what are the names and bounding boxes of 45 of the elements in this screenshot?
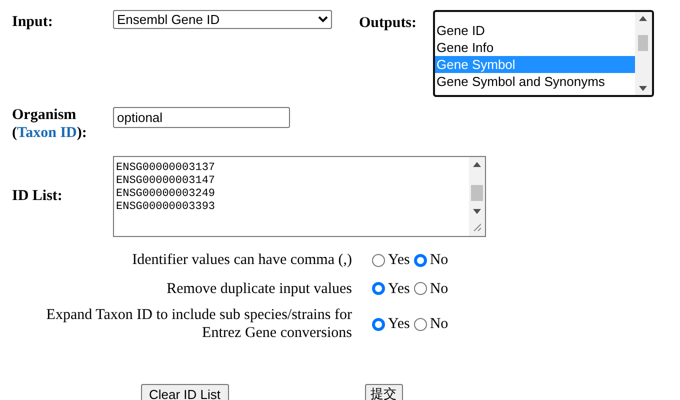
outputs-listbox[interactable]: Gene ID Gene Info Gene Symbol Gene Symbol and Synonyms bbox=[432, 10, 654, 97]
scrollbar[interactable] bbox=[634, 12, 652, 95]
radio-label[interactable]: No bbox=[430, 278, 448, 300]
radio-button[interactable] bbox=[414, 318, 427, 330]
scroll-up-icon[interactable] bbox=[473, 162, 481, 167]
radio-button[interactable] bbox=[414, 254, 427, 267]
id-line: ENSG00000003137 bbox=[116, 162, 216, 175]
radio-button[interactable] bbox=[414, 282, 427, 296]
radio-button[interactable] bbox=[372, 282, 385, 296]
organism-field[interactable]: optional bbox=[113, 107, 290, 128]
radio-button[interactable] bbox=[372, 254, 385, 267]
radio-label[interactable]: No bbox=[430, 312, 448, 336]
scroll-down-icon[interactable] bbox=[473, 209, 481, 214]
id-list-label: ID List: bbox=[12, 187, 62, 206]
output-option[interactable]: Gene ID bbox=[434, 22, 635, 39]
output-option[interactable]: Gene Symbol and Synonyms bbox=[434, 73, 635, 90]
organism-label: Organism bbox=[12, 106, 78, 124]
scroll-down-icon[interactable] bbox=[639, 86, 648, 91]
setting-label: Remove duplicate input values bbox=[166, 280, 352, 297]
id-line: ENSG00000003249 bbox=[116, 188, 216, 201]
id-line: ENSG00000003393 bbox=[116, 201, 216, 214]
scrollbar-thumb[interactable] bbox=[471, 185, 483, 201]
clear-button[interactable]: Clear ID List bbox=[141, 384, 229, 400]
setting-label: Expand Taxon ID to include sub species/strains for Entrez Gene conversions bbox=[46, 307, 352, 341]
radio-label[interactable]: No bbox=[430, 249, 448, 272]
radio-label[interactable]: Yes bbox=[388, 278, 410, 300]
output-option[interactable]: Gene Info bbox=[434, 39, 635, 56]
paren-label: ): bbox=[76, 125, 87, 141]
outputs-label: Outputs: bbox=[359, 15, 417, 31]
input-select[interactable]: Ensembl Gene ID bbox=[113, 10, 332, 29]
scrollbar[interactable] bbox=[469, 157, 485, 236]
submit-button[interactable]: 提交 bbox=[364, 384, 403, 400]
chevron-down-icon bbox=[318, 16, 328, 23]
id-line: ENSG00000003147 bbox=[116, 175, 216, 188]
radio-label[interactable]: Yes bbox=[388, 312, 410, 336]
setting-label: Identifier values can have comma (,) bbox=[132, 252, 352, 268]
input-label: Input: bbox=[12, 13, 53, 32]
radio-label[interactable]: Yes bbox=[388, 249, 410, 272]
resize-grip-icon[interactable] bbox=[473, 223, 481, 231]
radio-button[interactable] bbox=[372, 318, 385, 330]
taxon-id-link[interactable]: Taxon ID bbox=[17, 125, 77, 141]
paren-label: ( bbox=[12, 125, 17, 141]
scroll-up-icon[interactable] bbox=[639, 16, 648, 21]
id-list-textarea[interactable]: ENSG00000003137 ENSG00000003147 ENSG00000003249 ENSG00000003393 bbox=[113, 156, 486, 237]
scrollbar-thumb[interactable] bbox=[638, 34, 648, 50]
